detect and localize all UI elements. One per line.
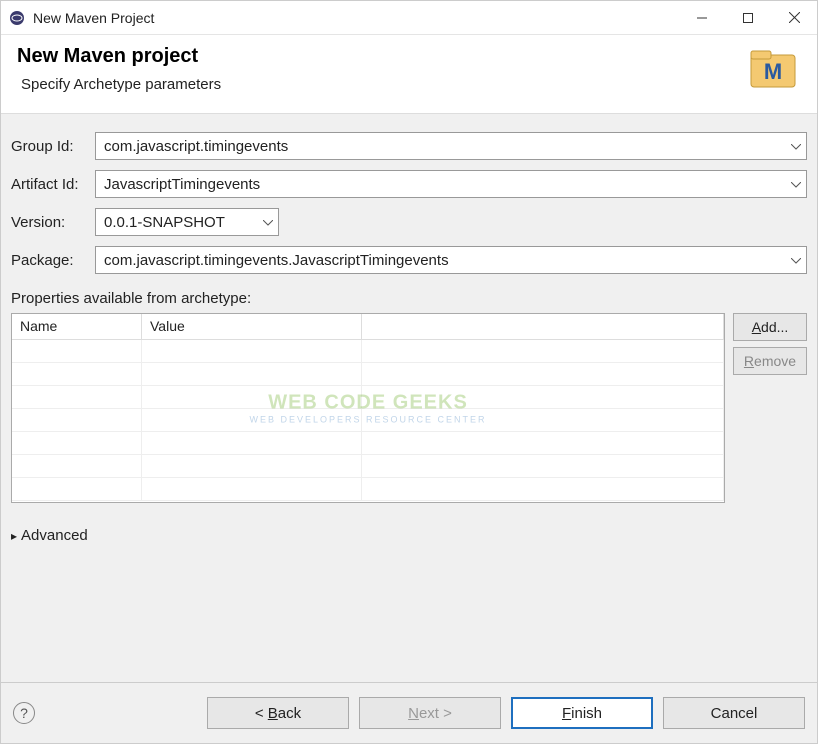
back-button[interactable]: < Back< Back xyxy=(207,697,349,729)
table-row[interactable] xyxy=(12,455,724,478)
triangle-right-icon: ▸ xyxy=(11,529,17,543)
group-id-combo[interactable] xyxy=(95,132,807,160)
version-input[interactable] xyxy=(95,208,279,236)
form-area: Group Id: Artifact Id: Version: Package:… xyxy=(1,114,817,682)
table-row[interactable] xyxy=(12,386,724,409)
version-label: Version: xyxy=(11,214,95,231)
package-input[interactable] xyxy=(95,246,807,274)
next-button: Next >Next > xyxy=(359,697,501,729)
wizard-header: New Maven project Specify Archetype para… xyxy=(1,35,817,114)
column-name[interactable]: Name xyxy=(12,314,142,340)
table-header: Name Value xyxy=(12,314,724,340)
table-row[interactable] xyxy=(12,340,724,363)
page-title: New Maven project xyxy=(17,45,745,68)
table-body xyxy=(12,340,724,502)
svg-text:M: M xyxy=(764,59,782,84)
eclipse-icon xyxy=(9,10,25,26)
finish-button[interactable]: FinishFinish xyxy=(511,697,653,729)
table-row[interactable] xyxy=(12,432,724,455)
table-row[interactable] xyxy=(12,363,724,386)
maximize-button[interactable] xyxy=(725,1,771,35)
properties-label: Properties available from archetype: xyxy=(11,290,807,307)
package-label: Package: xyxy=(11,252,95,269)
package-combo[interactable] xyxy=(95,246,807,274)
advanced-toggle[interactable]: ▸ Advanced Advanced xyxy=(11,527,807,544)
maven-icon: M xyxy=(745,49,801,93)
version-combo[interactable] xyxy=(95,208,279,236)
table-row[interactable] xyxy=(12,409,724,432)
group-id-input[interactable] xyxy=(95,132,807,160)
properties-table[interactable]: Name Value WEB CODE GEEKS WEB DEVELOPERS… xyxy=(11,313,725,503)
column-value[interactable]: Value xyxy=(142,314,362,340)
artifact-id-input[interactable] xyxy=(95,170,807,198)
artifact-id-label: Artifact Id: xyxy=(11,176,95,193)
group-id-label: Group Id: xyxy=(11,138,95,155)
artifact-id-combo[interactable] xyxy=(95,170,807,198)
remove-button[interactable]: Remove xyxy=(733,347,807,375)
table-row[interactable] xyxy=(12,478,724,501)
page-subtitle: Specify Archetype parameters xyxy=(21,76,745,93)
window-title: New Maven Project xyxy=(33,10,679,26)
column-spacer xyxy=(362,314,724,340)
add-button[interactable]: AAdd...dd... xyxy=(733,313,807,341)
help-icon: ? xyxy=(20,705,28,721)
cancel-button[interactable]: Cancel xyxy=(663,697,805,729)
minimize-button[interactable] xyxy=(679,1,725,35)
button-bar: ? < Back< Back Next >Next > FinishFinish… xyxy=(1,682,817,743)
help-button[interactable]: ? xyxy=(13,702,35,724)
close-button[interactable] xyxy=(771,1,817,35)
titlebar: New Maven Project xyxy=(1,1,817,35)
